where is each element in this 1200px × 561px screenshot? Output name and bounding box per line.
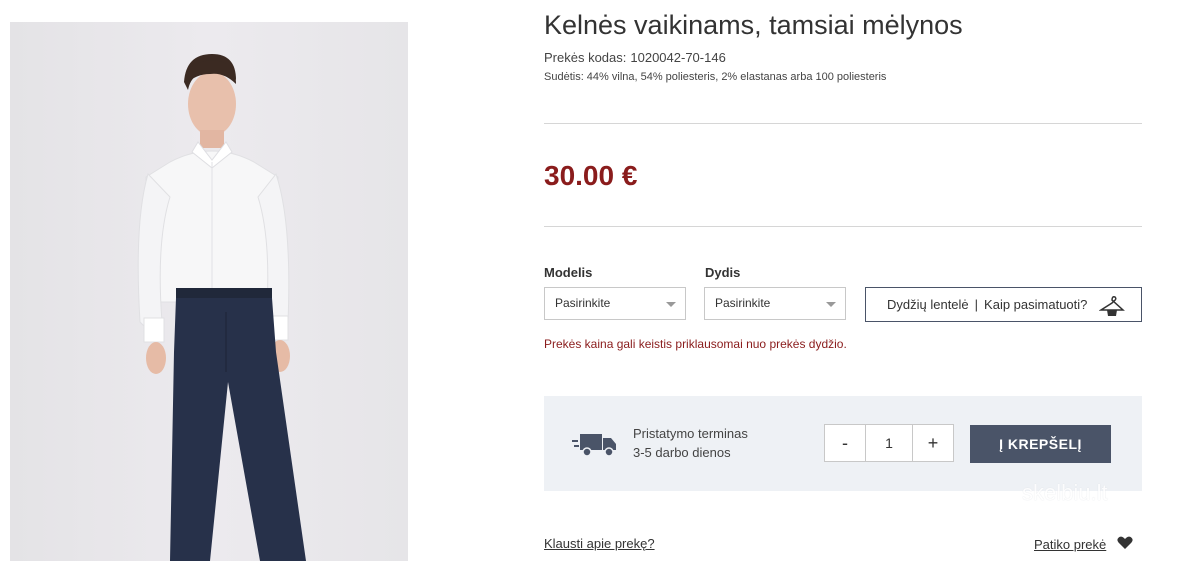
product-photo [10,22,408,561]
price-notice: Prekės kaina gali keistis priklausomai n… [544,337,847,351]
delivery-days: 3-5 darbo dienos [633,445,731,460]
chevron-down-icon [666,302,676,307]
product-price: 30.00 € [544,160,638,191]
size-label: Dydis [705,265,741,280]
product-composition: Sudėtis: 44% vilna, 54% poliesteris, 2% … [544,71,887,83]
delivery-title: Pristatymo terminas [633,426,748,441]
size-select[interactable]: Pasirinkite [704,287,846,320]
how-to-fit-link[interactable]: Kaip pasimatuoti? [984,297,1087,312]
model-label: Modelis [544,265,593,280]
quantity-input[interactable]: 1 [866,424,912,462]
watermark: skelbiu.lt [1022,480,1108,505]
quantity-minus-button[interactable]: - [824,424,866,462]
separator: | [974,297,979,312]
product-sku: Prekės kodas: 1020042-70-146 [544,50,726,65]
chevron-down-icon [826,302,836,307]
model-select[interactable]: Pasirinkite [544,287,686,320]
size-table-link[interactable]: Dydžių lentelė [887,297,969,312]
quantity-plus-button[interactable]: + [912,424,954,462]
product-title: Kelnės vaikinams, tamsiai mėlynos [544,10,963,40]
size-select-value: Pasirinkite [715,296,771,310]
model-illustration [137,54,306,561]
divider-top [544,123,1142,124]
hanger-icon [1099,296,1125,316]
sku-value: 1020042-70-146 [630,50,726,65]
divider-bottom [544,226,1142,227]
quantity-stepper: - 1 + [824,424,954,462]
sku-label: Prekės kodas: [544,50,627,65]
like-product-link[interactable]: Patiko prekė [1034,537,1106,552]
cart-panel: Pristatymo terminas 3-5 darbo dienos - 1… [544,396,1142,491]
add-to-cart-button[interactable]: Į KREPŠELĮ [970,425,1111,463]
ask-about-product-link[interactable]: Klausti apie prekę? [544,536,655,551]
size-help-box: Dydžių lentelė | Kaip pasimatuoti? [865,287,1142,322]
model-select-value: Pasirinkite [555,296,611,310]
truck-icon [572,434,616,457]
heart-icon[interactable] [1117,536,1133,550]
